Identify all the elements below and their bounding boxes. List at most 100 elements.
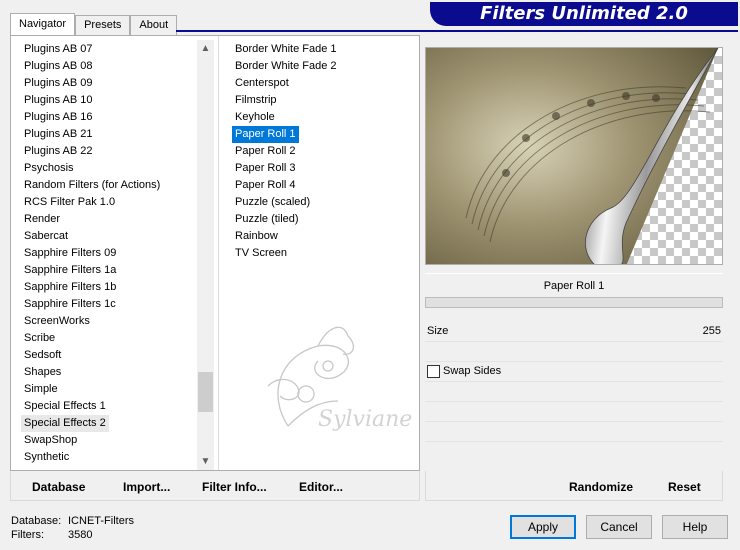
list-item-label: Synthetic (24, 451, 70, 463)
list-item[interactable]: SwapShop (17, 432, 197, 449)
list-item[interactable]: Puzzle (tiled) (228, 211, 418, 228)
swap-sides-checkbox[interactable] (427, 365, 440, 378)
scroll-thumb[interactable] (198, 372, 213, 412)
list-item-label: SwapShop (24, 434, 78, 446)
signature-watermark: Sylviane (267, 326, 412, 432)
filter-list[interactable]: Border White Fade 1 Border White Fade 2 Ce… (228, 41, 418, 262)
list-item-label: Puzzle (tiled) (235, 213, 299, 225)
list-item-label: Plugins AB 21 (24, 128, 93, 140)
current-filter-name: Paper Roll 1 (425, 273, 723, 297)
list-item-label: TV Screen (235, 247, 287, 259)
tab-presets[interactable]: Presets (75, 15, 131, 35)
list-item[interactable]: Plugins AB 22 (17, 143, 197, 160)
list-item-label: Sedsoft (24, 349, 62, 361)
list-item-label: Plugins AB 07 (24, 43, 93, 55)
database-label: Database: (11, 515, 62, 527)
list-item-label: Border White Fade 1 (235, 43, 337, 55)
empty-param-row (425, 442, 723, 462)
scroll-up-icon[interactable]: ▲ (197, 40, 214, 57)
status-database: Database: ICNET-Filters (11, 515, 134, 527)
empty-param-row (425, 382, 723, 402)
list-item-label: Sapphire Filters 09 (24, 247, 117, 259)
list-item[interactable]: Paper Roll 3 (228, 160, 418, 177)
apply-button[interactable]: Apply (510, 515, 576, 539)
list-item[interactable]: Border White Fade 2 (228, 58, 418, 75)
swap-sides-label: Swap Sides (443, 365, 502, 377)
help-button[interactable]: Help (662, 515, 728, 539)
list-item[interactable]: Sapphire Filters 1b (17, 279, 197, 296)
size-param-row[interactable]: Size 255 (425, 322, 723, 342)
swap-sides-row[interactable]: Swap Sides (425, 362, 723, 382)
list-item[interactable]: Plugins AB 09 (17, 75, 197, 92)
list-item-label: Keyhole (235, 111, 275, 123)
parameter-slider[interactable] (425, 297, 723, 308)
list-item[interactable]: Keyhole (228, 109, 418, 126)
list-item[interactable]: TV Screen (228, 245, 418, 262)
list-item[interactable]: Rainbow (228, 228, 418, 245)
list-item[interactable]: Random Filters (for Actions) (17, 177, 197, 194)
list-item[interactable]: Shapes (17, 364, 197, 381)
list-item[interactable]: Plugins AB 10 (17, 92, 197, 109)
list-item-label: Plugins AB 16 (24, 111, 93, 123)
empty-param-row (425, 422, 723, 442)
list-item[interactable]: Scribe (17, 330, 197, 347)
navigator-panel: Plugins AB 07 Plugins AB 08 Plugins AB 09 P… (10, 35, 420, 471)
list-item[interactable]: Sedsoft (17, 347, 197, 364)
list-item[interactable]: Render (17, 211, 197, 228)
list-item-label: Paper Roll 4 (235, 179, 296, 191)
list-item[interactable]: Simple (17, 381, 197, 398)
database-button[interactable]: Database (32, 480, 85, 494)
list-item[interactable]: Paper Roll 1 (228, 126, 418, 143)
preview-render (426, 48, 719, 264)
list-item[interactable]: Sapphire Filters 1c (17, 296, 197, 313)
size-value[interactable]: 255 (703, 325, 721, 337)
category-list[interactable]: Plugins AB 07 Plugins AB 08 Plugins AB 09 P… (17, 41, 197, 469)
list-item[interactable]: Filmstrip (228, 92, 418, 109)
watermark-text: Sylviane (318, 407, 412, 432)
database-value: ICNET-Filters (68, 515, 134, 527)
list-item[interactable]: Paper Roll 4 (228, 177, 418, 194)
status-filters: Filters: 3580 (11, 529, 92, 541)
list-item-label: Plugins AB 10 (24, 94, 93, 106)
list-item-label: Plugins AB 22 (24, 145, 93, 157)
navigator-button-bar: Database Import... Filter Info... Editor… (10, 471, 420, 501)
list-item[interactable]: Border White Fade 1 (228, 41, 418, 58)
list-item[interactable]: Centerspot (228, 75, 418, 92)
empty-param-row (425, 342, 723, 362)
list-item[interactable]: Plugins AB 08 (17, 58, 197, 75)
list-item-label: Scribe (24, 332, 56, 344)
list-item[interactable]: Sapphire Filters 1a (17, 262, 197, 279)
editor-button[interactable]: Editor... (299, 480, 343, 494)
category-scrollbar[interactable]: ▲ ▼ (197, 40, 214, 470)
list-item[interactable]: Psychosis (17, 160, 197, 177)
list-item[interactable]: Plugins AB 07 (17, 41, 197, 58)
list-item[interactable]: Special Effects 2 (17, 415, 197, 432)
list-item[interactable]: Sabercat (17, 228, 197, 245)
list-item[interactable]: Plugins AB 16 (17, 109, 197, 126)
list-item-label: Puzzle (scaled) (235, 196, 311, 208)
filter-info-button[interactable]: Filter Info... (202, 480, 267, 494)
import-button[interactable]: Import... (123, 480, 170, 494)
list-item[interactable]: ScreenWorks (17, 313, 197, 330)
reset-button[interactable]: Reset (668, 480, 701, 494)
list-item-label: Random Filters (for Actions) (24, 179, 161, 191)
list-item-label: Filmstrip (235, 94, 277, 106)
randomize-button[interactable]: Randomize (569, 480, 633, 494)
list-item[interactable]: Plugins AB 21 (17, 126, 197, 143)
tab-navigator[interactable]: Navigator (10, 13, 76, 35)
app-banner: Filters Unlimited 2.0 (430, 2, 738, 26)
cancel-button[interactable]: Cancel (586, 515, 652, 539)
list-item[interactable]: Sapphire Filters 09 (17, 245, 197, 262)
list-item-label: Sabercat (24, 230, 69, 242)
preview-image (425, 47, 723, 265)
list-item[interactable]: Paper Roll 2 (228, 143, 418, 160)
list-item[interactable]: RCS Filter Pak 1.0 (17, 194, 197, 211)
list-item[interactable]: Special Effects 1 (17, 398, 197, 415)
list-item-label: Border White Fade 2 (235, 60, 337, 72)
list-item-label: Shapes (24, 366, 62, 378)
list-item[interactable]: Puzzle (scaled) (228, 194, 418, 211)
tab-about[interactable]: About (130, 15, 178, 35)
tab-strip: Navigator Presets About (10, 13, 178, 35)
scroll-down-icon[interactable]: ▼ (197, 453, 214, 470)
list-item[interactable]: Synthetic (17, 449, 197, 466)
